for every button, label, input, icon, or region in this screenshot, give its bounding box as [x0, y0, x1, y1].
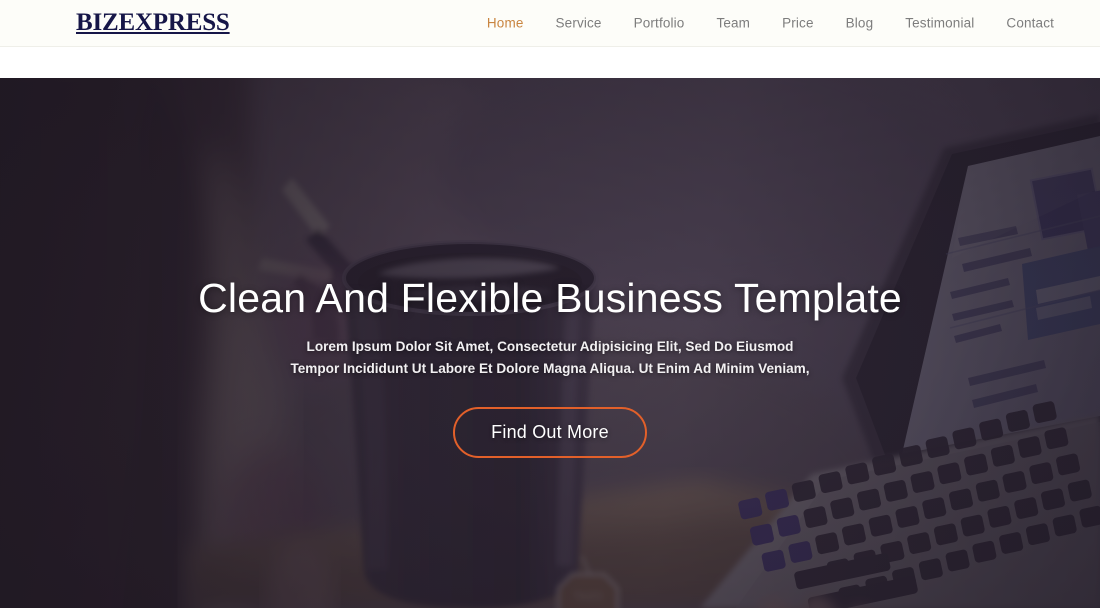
nav-item-team[interactable]: Team	[700, 12, 766, 35]
nav-item-service[interactable]: Service	[540, 12, 618, 35]
hero-content: Clean And Flexible Business Template Lor…	[0, 78, 1100, 608]
find-out-more-button[interactable]: Find Out More	[453, 406, 647, 458]
header-spacer	[0, 47, 1100, 78]
nav-item-portfolio[interactable]: Portfolio	[618, 12, 701, 35]
hero-subtitle-line-1: Lorem Ipsum Dolor Sit Amet, Consectetur …	[306, 338, 794, 354]
brand-logo[interactable]: BIZEXPRESS	[76, 9, 230, 37]
nav-item-blog[interactable]: Blog	[830, 12, 890, 35]
nav-item-home[interactable]: Home	[471, 12, 540, 35]
hero-subtitle-line-2: Tempor Incididunt Ut Labore Et Dolore Ma…	[290, 360, 810, 376]
hero-section: TAZO Clean And Flexible Business Templat…	[0, 78, 1100, 608]
nav-item-testimonial[interactable]: Testimonial	[889, 12, 990, 35]
nav-item-contact[interactable]: Contact	[990, 12, 1070, 35]
site-header: BIZEXPRESS Home Service Portfolio Team P…	[0, 0, 1100, 47]
nav-item-price[interactable]: Price	[766, 12, 830, 35]
hero-title: Clean And Flexible Business Template	[198, 275, 902, 321]
hero-subtitle: Lorem Ipsum Dolor Sit Amet, Consectetur …	[290, 336, 809, 380]
main-navigation: Home Service Portfolio Team Price Blog T…	[471, 12, 1070, 35]
